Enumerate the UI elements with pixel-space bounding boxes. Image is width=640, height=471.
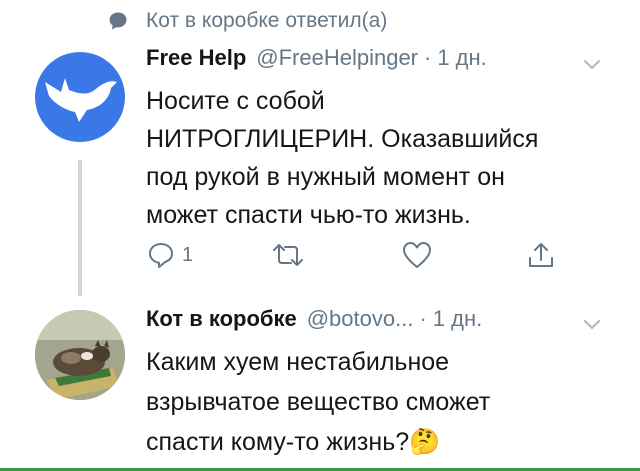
timestamp[interactable]: 1 дн. (433, 306, 482, 332)
author-handle[interactable]: @botovo... (307, 306, 414, 332)
tweet-line: Носите с собой (146, 87, 325, 115)
tweet-line: взрывчатое вещество сможет (146, 388, 491, 416)
tweet-line: может спасти чью-то жизнь. (146, 201, 471, 229)
retweet-button[interactable] (271, 240, 305, 270)
reply-context-text: Кот в коробке ответил(а) (146, 9, 388, 32)
speech-bubble-icon (109, 12, 127, 30)
tweet-line-text: спасти кому-то жизнь? (146, 428, 410, 456)
separator: · (419, 306, 427, 331)
reply-context: Кот в коробке ответил(а) (108, 6, 387, 36)
avatar[interactable] (35, 310, 125, 400)
share-button[interactable] (526, 240, 556, 270)
author-handle[interactable]: @FreeHelpinger (256, 45, 418, 71)
like-button[interactable] (401, 240, 433, 270)
tweet-line: под рукой в нужный момент он (146, 163, 505, 191)
cat-in-box-image (35, 310, 125, 400)
tweet-actions: 1 (146, 240, 576, 280)
share-icon (529, 243, 553, 267)
tweet-text: Носите с собой НИТРОГЛИЦЕРИН. Оказавшийс… (146, 82, 616, 234)
tweet-line: спасти кому-то жизнь?🤔 (146, 422, 616, 462)
timestamp[interactable]: 1 дн. (437, 45, 486, 71)
chevron-down-icon[interactable] (582, 58, 602, 72)
thinking-face-emoji: 🤔 (409, 428, 441, 456)
tweet-line: Каким хуем нестабильное (146, 348, 450, 376)
heart-icon (403, 242, 431, 268)
author-name[interactable]: Free Help (146, 45, 246, 71)
avatar[interactable] (35, 52, 125, 142)
bird-icon (45, 78, 117, 122)
chevron-down-icon[interactable] (582, 318, 602, 332)
tweet-text: Каким хуем нестабильное взрывчатое вещес… (146, 342, 616, 462)
separator: · (424, 45, 432, 70)
author-name[interactable]: Кот в коробке (146, 306, 297, 332)
tweet-header: Кот в коробке @botovo... · 1 дн. (146, 306, 482, 332)
reply-icon (149, 243, 173, 268)
tweet-header: Free Help @FreeHelpinger · 1 дн. (146, 45, 487, 71)
reply-button[interactable]: 1 (146, 240, 193, 270)
thread-line (78, 160, 82, 296)
retweet-icon (273, 244, 303, 266)
tweet-line: НИТРОГЛИЦЕРИН. Оказавшийся (146, 125, 539, 153)
reply-count: 1 (182, 243, 194, 266)
